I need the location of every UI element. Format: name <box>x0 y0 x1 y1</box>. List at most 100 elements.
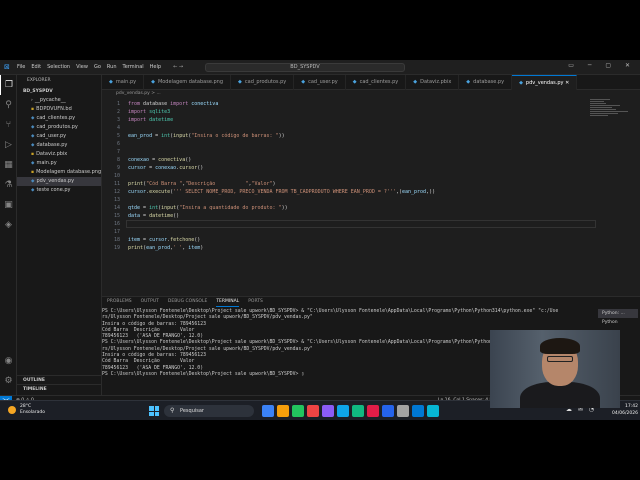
line-number: 18 <box>113 237 120 243</box>
file-item[interactable]: ▪ BDPDVUFN.bd <box>17 105 101 114</box>
code-editor[interactable]: 1 from database import conectiva 2 import s… <box>102 98 640 294</box>
taskbar-search[interactable]: Pesquisar <box>164 405 254 417</box>
file-item[interactable]: ▪ Modelagem database.png <box>17 168 101 177</box>
file-item[interactable]: ◆ cad_clientes.py <box>17 114 101 123</box>
search-icon[interactable]: ⚲ <box>0 95 17 115</box>
tab-label: cad_user.py <box>308 79 338 85</box>
taskbar-app-icon[interactable] <box>367 405 379 417</box>
file-name: database.py <box>36 142 68 148</box>
file-item[interactable]: ◆ pdv_vendas.py <box>17 177 101 186</box>
weather-desc: Ensolarado <box>20 410 46 415</box>
file-icon: ◆ <box>31 179 35 184</box>
tab-1[interactable]: ◆ Modelagem database.png <box>144 75 232 90</box>
taskbar-app-icon[interactable] <box>427 405 439 417</box>
menu-item-view[interactable]: View <box>76 64 88 70</box>
file-item[interactable]: ◆ teste cone.py <box>17 186 101 195</box>
terminal-output[interactable]: PS C:\Users\Ulysson Fontenele\Desktop\Pr… <box>102 309 558 378</box>
file-name: Modelagem database.png <box>36 169 102 175</box>
tab-label: database.py <box>473 79 505 85</box>
tab-0[interactable]: ◆ main.py <box>102 75 145 90</box>
line-number: 19 <box>113 245 120 251</box>
file-name: teste cone.py <box>36 187 71 193</box>
taskbar-app-icon[interactable] <box>337 405 349 417</box>
source-control-icon[interactable]: ⑂ <box>0 115 17 135</box>
file-item[interactable]: ◆ database.py <box>17 141 101 150</box>
terminal-instance[interactable]: Python <box>598 318 638 327</box>
webcam-overlay <box>490 330 620 408</box>
files-icon[interactable]: ❐ <box>0 75 17 95</box>
code-line: from database import conectiva <box>128 101 219 107</box>
account-icon[interactable]: ◉ <box>0 351 17 371</box>
outline-section[interactable]: OUTLINE <box>17 375 102 384</box>
workspace-root[interactable]: BD_SYSPDV <box>17 87 101 96</box>
pinned-apps <box>262 405 442 417</box>
panel-tab-debug-console[interactable]: DEBUG CONSOLE <box>168 297 207 307</box>
terminal-instance[interactable]: Python: ... <box>598 309 638 318</box>
python-file-icon: ◆ <box>109 79 113 85</box>
taskbar-app-icon[interactable] <box>307 405 319 417</box>
explorer-header: EXPLORER <box>27 78 51 83</box>
taskbar-app-icon[interactable] <box>352 405 364 417</box>
file-icon: ◆ <box>31 125 35 130</box>
timeline-section[interactable]: TIMELINE <box>17 384 102 393</box>
line-number: 3 <box>116 117 120 123</box>
tab-4[interactable]: ◆ cad_clientes.py <box>346 75 407 90</box>
taskbar-app-icon[interactable] <box>397 405 409 417</box>
file-tree: › __pycache__ ▪ BDPDVUFN.bd ◆ cad_clientes.py… <box>17 96 101 195</box>
file-item[interactable]: ◆ cad_produtos.py <box>17 123 101 132</box>
docker-icon[interactable]: ◈ <box>0 215 17 235</box>
line-number: 1 <box>116 101 120 107</box>
minimap[interactable] <box>590 98 630 138</box>
tab-6[interactable]: ◆ database.py <box>459 75 513 90</box>
person-hair <box>540 338 580 354</box>
taskbar-app-icon[interactable] <box>412 405 424 417</box>
menu-item-file[interactable]: File <box>17 64 25 70</box>
panel-tab-problems[interactable]: PROBLEMS <box>107 297 132 307</box>
file-item[interactable]: ◆ cad_user.py <box>17 132 101 141</box>
taskbar-app-icon[interactable] <box>322 405 334 417</box>
tab-3[interactable]: ◆ cad_user.py <box>294 75 346 90</box>
file-name: pdv_vendas.py <box>36 178 75 184</box>
menu-item-run[interactable]: Run <box>107 64 117 70</box>
panel-tab-output[interactable]: OUTPUT <box>141 297 159 307</box>
taskbar-app-icon[interactable] <box>277 405 289 417</box>
panel-tab-ports[interactable]: PORTS <box>248 297 263 307</box>
panel-tab-terminal[interactable]: TERMINAL <box>216 297 240 307</box>
command-center-search[interactable]: BD_SYSPDV <box>205 63 405 72</box>
nav-arrows[interactable]: ← → <box>173 64 183 70</box>
extensions-icon[interactable]: ▦ <box>0 155 17 175</box>
taskbar-app-icon[interactable] <box>262 405 274 417</box>
file-item[interactable]: › __pycache__ <box>17 96 101 105</box>
breadcrumb[interactable]: pdv_vendas.py > ... <box>102 90 640 98</box>
menu-item-edit[interactable]: Edit <box>31 64 41 70</box>
taskbar-app-icon[interactable] <box>292 405 304 417</box>
code-line: import sqlite3 <box>128 109 171 115</box>
weather-widget[interactable]: 28°C Ensolarado <box>8 404 45 416</box>
settings-icon[interactable]: ⚙ <box>0 371 17 391</box>
tab-7[interactable]: ◆ pdv_vendas.py ✕ <box>512 75 578 90</box>
tab-5[interactable]: ◆ Dataviz.pbix <box>406 75 460 90</box>
file-name: main.py <box>36 160 57 166</box>
window-controls[interactable]: ▭ ─ ▢ ✕ <box>568 62 636 69</box>
menu-item-help[interactable]: Help <box>150 64 161 70</box>
windows-start-icon[interactable] <box>149 406 159 416</box>
file-item[interactable]: ▪ Dataviz.pbix <box>17 150 101 159</box>
file-name: BDPDVUFN.bd <box>36 106 72 112</box>
menu-item-selection[interactable]: Selection <box>47 64 70 70</box>
sun-icon <box>8 406 16 414</box>
taskbar-app-icon[interactable] <box>382 405 394 417</box>
terminal-list: Python: ... Python <box>598 309 638 327</box>
remote-icon[interactable]: ▣ <box>0 195 17 215</box>
tab-2[interactable]: ◆ cad_produtos.py <box>231 75 295 90</box>
line-number: 5 <box>116 133 120 139</box>
menu-item-go[interactable]: Go <box>94 64 101 70</box>
file-item[interactable]: ◆ main.py <box>17 159 101 168</box>
run-debug-icon[interactable]: ▷ <box>0 135 17 155</box>
menu-item-terminal[interactable]: Terminal <box>123 64 144 70</box>
file-icon: ▪ <box>31 152 35 157</box>
code-line: print(ean_prod,' ', item) <box>128 245 204 251</box>
file-icon: ◆ <box>31 134 35 139</box>
activity-bar: ❐ ⚲ ⑂ ▷ ▦ ⚗ ▣ ◈ ◉ ⚙ <box>0 75 17 395</box>
python-file-icon: ◆ <box>352 79 357 85</box>
test-icon[interactable]: ⚗ <box>0 175 17 195</box>
